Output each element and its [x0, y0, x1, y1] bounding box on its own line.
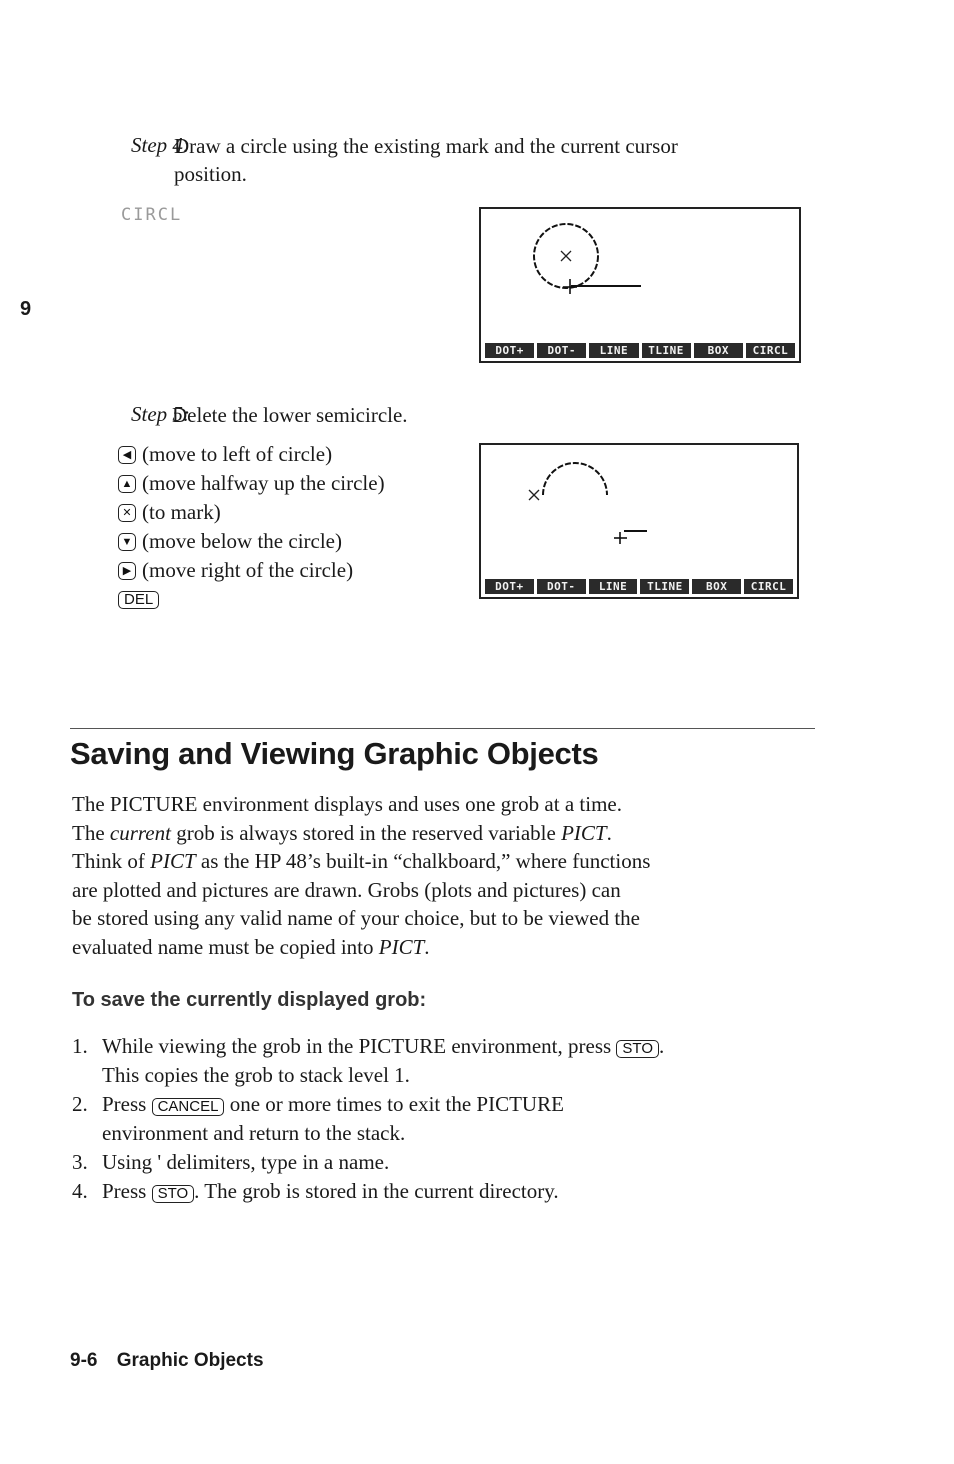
variable-pict: PICT: [378, 934, 425, 959]
menu-key-dot-plus[interactable]: DOT+: [485, 579, 534, 594]
screen-drawing-step4: [533, 223, 641, 294]
procedure-step: 2. Press CANCEL one or more times to exi…: [72, 1090, 832, 1148]
down-arrow-key-icon[interactable]: ▼: [118, 532, 136, 551]
step-text: environment and return to the stack.: [102, 1121, 406, 1145]
step-4-line-2: position.: [174, 162, 247, 186]
key-row: DEL: [118, 585, 385, 614]
step-body: While viewing the grob in the PICTURE en…: [102, 1032, 832, 1090]
procedure-list: 1. While viewing the grob in the PICTURE…: [72, 1032, 832, 1206]
menu-key-tline[interactable]: TLINE: [641, 343, 691, 358]
key-description: (move below the circle): [142, 529, 342, 553]
step-body: Press STO. The grob is stored in the cur…: [102, 1177, 832, 1206]
para-text: be stored using any valid name of your c…: [72, 906, 641, 930]
cursor-cross-icon: [614, 532, 627, 544]
step-text: Press: [102, 1179, 152, 1203]
left-arrow-key-icon[interactable]: ◀: [118, 445, 136, 464]
mark-x-icon: [528, 489, 540, 501]
step-number: 3.: [72, 1150, 88, 1174]
key-description: (move to left of circle): [142, 442, 333, 466]
para-text: as the HP 48’s built-in “chalkboard,” wh…: [195, 849, 651, 873]
step-4-line-1: Draw a circle using the existing mark an…: [174, 134, 678, 158]
para-text: grob is always stored in the reserved va…: [170, 820, 562, 845]
menu-key-line[interactable]: LINE: [588, 579, 638, 594]
para-line: The PICTURE environment displays and use…: [72, 790, 812, 819]
upper-semicircle: [542, 462, 608, 496]
chapter-tab: 9: [20, 298, 32, 320]
step-text: This copies the grob to stack level 1.: [102, 1063, 410, 1087]
step-5-key-list: ◀ (move to left of circle) ▲ (move halfw…: [118, 440, 385, 614]
menu-key-dot-minus[interactable]: DOT-: [537, 343, 587, 358]
x-key-icon[interactable]: ✕: [118, 503, 136, 522]
para-line: evaluated name must be copied into PICT.: [72, 933, 812, 962]
para-text: .: [606, 820, 612, 845]
step-text: . The grob is stored in the current dire…: [194, 1179, 559, 1203]
up-arrow-key-icon[interactable]: ▲: [118, 474, 136, 493]
procedure-step: 4. Press STO. The grob is stored in the …: [72, 1177, 832, 1206]
section-title: Saving and Viewing Graphic Objects: [70, 736, 599, 771]
procedure-step: 1. While viewing the grob in the PICTURE…: [72, 1032, 832, 1090]
para-text: are plotted and pictures are drawn. Grob…: [72, 877, 621, 902]
step-number: 2.: [72, 1092, 88, 1116]
del-key[interactable]: DEL: [118, 590, 160, 609]
para-line: be stored using any valid name of your c…: [72, 904, 812, 933]
section-paragraph: The PICTURE environment displays and use…: [72, 790, 812, 961]
step-body: Using ' delimiters, type in a name.: [102, 1148, 832, 1177]
para-text: The PICTURE environment displays and use…: [72, 792, 622, 816]
step-text: While viewing the grob in the PICTURE en…: [102, 1034, 617, 1058]
key-description: (to mark): [142, 500, 221, 524]
para-line: The current grob is always stored in the…: [72, 819, 812, 848]
procedure-step: 3. Using ' delimiters, type in a name.: [72, 1148, 832, 1177]
screen-menu-bar: DOT+ DOT- LINE TLINE BOX CIRCL: [485, 343, 796, 358]
menu-key-dot-plus[interactable]: DOT+: [485, 343, 535, 358]
key-description: (move halfway up the circle): [142, 471, 385, 495]
subheading: To save the currently displayed grob:: [72, 989, 427, 1011]
right-arrow-key-icon[interactable]: ▶: [118, 561, 136, 580]
key-row: ▶ (move right of the circle): [118, 556, 385, 585]
screen-drawing-step5: [528, 462, 647, 544]
key-row: ✕ (to mark): [118, 498, 385, 527]
variable-pict: PICT: [561, 820, 607, 845]
calculator-screen-step5: DOT+ DOT- LINE TLINE BOX CIRCL: [479, 443, 799, 599]
screen-menu-bar: DOT+ DOT- LINE TLINE BOX CIRCL: [485, 579, 793, 594]
variable-pict: PICT: [150, 849, 196, 873]
cursor-cross-icon: [563, 279, 577, 294]
menu-key-box[interactable]: BOX: [692, 579, 742, 594]
key-row: ▲ (move halfway up the circle): [118, 469, 385, 498]
calculator-screen-step4: DOT+ DOT- LINE TLINE BOX CIRCL: [479, 207, 801, 363]
menu-key-dot-minus[interactable]: DOT-: [536, 579, 586, 594]
menu-key-circl[interactable]: CIRCL: [745, 343, 796, 358]
page-footer: 9-6 Graphic Objects: [70, 1350, 264, 1372]
step-text: one or more times to exit the PICTURE: [224, 1092, 564, 1116]
para-text: .: [424, 934, 430, 959]
step-text: .: [659, 1034, 665, 1058]
para-line: are plotted and pictures are drawn. Grob…: [72, 876, 812, 905]
step-number: 1.: [72, 1034, 88, 1058]
para-text: Think of: [72, 849, 151, 873]
para-line: Think of PICT as the HP 48’s built-in “c…: [72, 847, 812, 876]
emphasis-current: current: [109, 820, 171, 845]
page-number: 9-6: [70, 1350, 98, 1371]
cancel-key[interactable]: CANCEL: [151, 1098, 225, 1116]
section-divider: [70, 728, 815, 729]
key-row: ▼ (move below the circle): [118, 527, 385, 556]
key-row: ◀ (move to left of circle): [118, 440, 385, 469]
chapter-title: Graphic Objects: [116, 1350, 264, 1371]
menu-key-line[interactable]: LINE: [589, 343, 639, 358]
para-text: The: [72, 820, 110, 845]
sto-key[interactable]: STO: [616, 1040, 659, 1058]
circl-menu-command: CIRCL: [121, 205, 183, 225]
step-text: Using ' delimiters, type in a name.: [102, 1150, 390, 1174]
menu-key-circl[interactable]: CIRCL: [744, 579, 793, 594]
step-body: Press CANCEL one or more times to exit t…: [102, 1090, 832, 1148]
step-number: 4.: [72, 1179, 88, 1203]
menu-key-tline[interactable]: TLINE: [640, 579, 690, 594]
step-5-text: Delete the lower semicircle.: [172, 403, 408, 427]
step-text: Press: [102, 1092, 152, 1116]
para-text: evaluated name must be copied into: [72, 934, 379, 959]
key-description: (move right of the circle): [142, 558, 354, 582]
sto-key[interactable]: STO: [151, 1185, 195, 1203]
menu-key-box[interactable]: BOX: [693, 343, 743, 358]
step-4-text: Draw a circle using the existing mark an…: [174, 132, 678, 188]
mark-x-icon: [560, 250, 572, 262]
